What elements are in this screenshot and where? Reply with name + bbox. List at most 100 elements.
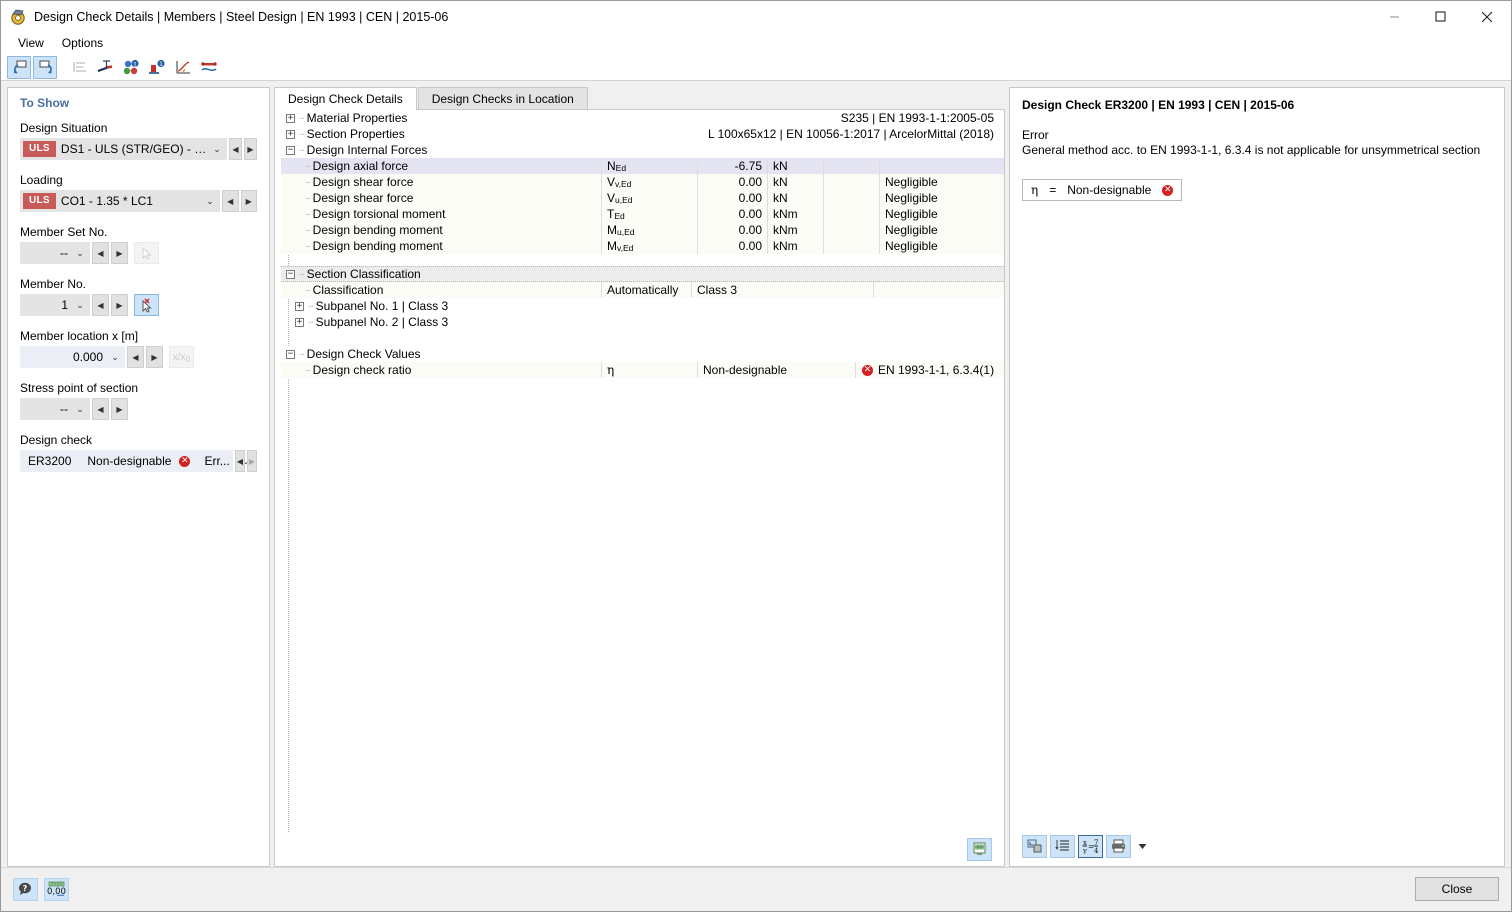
design-check-label: Design check: [20, 433, 93, 447]
chevron-down-icon[interactable]: ⌄: [72, 404, 88, 415]
chevron-down-icon[interactable]: ⌄: [209, 144, 225, 155]
table-row[interactable]: ·· Design torsional moment T Ed 0.00 kNm N…: [281, 206, 1004, 222]
minimize-button[interactable]: [1371, 1, 1417, 32]
menu-options[interactable]: Options: [53, 34, 112, 52]
row-value: 0.00: [697, 190, 767, 206]
help-bubble-icon[interactable]: ?: [13, 877, 38, 901]
pick-member-icon[interactable]: [134, 294, 159, 316]
diagram-graph-icon[interactable]: [171, 56, 195, 79]
design-check-next-button[interactable]: ▶: [247, 450, 257, 472]
row-symbol-sub: u,Ed: [617, 227, 635, 237]
loading-prev-button[interactable]: ◀: [222, 190, 239, 212]
table-row[interactable]: ·· Design check ratio η Non-designable ✕ …: [281, 362, 1004, 378]
tree-group-section-properties[interactable]: + ·· Section Properties L 100x65x12 | EN…: [281, 126, 1004, 142]
formula-display-icon[interactable]: x y = 7 4: [1078, 834, 1103, 858]
menu-view[interactable]: View: [9, 34, 53, 52]
main-body: To Show Design Situation ULS DS1 - ULS (…: [1, 81, 1511, 867]
stress-point-row: -- ⌄ ◀ ▶: [20, 398, 257, 420]
member-set-no-next-button[interactable]: ▶: [111, 242, 128, 264]
design-check-prev-button[interactable]: ◀: [235, 450, 245, 472]
chevron-down-icon[interactable]: ⌄: [72, 300, 88, 311]
support-info-icon[interactable]: 1: [145, 56, 169, 79]
svg-text:y: y: [1082, 847, 1087, 854]
stress-point-prev-button[interactable]: ◀: [92, 398, 109, 420]
design-check-combo[interactable]: ER3200 Non-designable ✕ Err... ⌄: [20, 450, 250, 472]
expander-icon[interactable]: +: [286, 113, 295, 123]
material-colors-icon[interactable]: 1: [119, 56, 143, 79]
chevron-down-icon[interactable]: ⌄: [202, 196, 218, 207]
subpanel-label: Subpanel No. 2 | Class 3: [315, 315, 449, 329]
relative-location-toggle-button[interactable]: x/x0: [169, 346, 194, 368]
table-row[interactable]: ·· Design shear force Vv,Ed 0.00 kN Negli…: [281, 174, 1004, 190]
maximize-button[interactable]: [1417, 1, 1463, 32]
table-row[interactable]: ·· Design axial force N Ed -6.75 kN: [281, 158, 1004, 174]
expander-icon[interactable]: +: [295, 301, 304, 311]
list-view-icon: [67, 56, 91, 79]
row-note: Negligible: [879, 174, 1004, 190]
close-button[interactable]: Close: [1415, 877, 1499, 901]
export-to-table-icon[interactable]: [967, 837, 992, 861]
member-set-no-prev-button[interactable]: ◀: [92, 242, 109, 264]
stress-point-next-button[interactable]: ▶: [111, 398, 128, 420]
design-check-reference: EN 1993-1-1, 6.3.4(1): [878, 363, 995, 377]
member-location-combo[interactable]: 0.000 ⌄: [20, 346, 125, 368]
member-no-prev-button[interactable]: ◀: [92, 294, 109, 316]
expander-icon[interactable]: +: [295, 317, 304, 327]
chevron-down-icon[interactable]: ⌄: [107, 352, 123, 363]
expander-icon[interactable]: −: [286, 349, 295, 359]
loading-label: Loading: [20, 173, 63, 187]
copy-to-clipboard-icon[interactable]: [1022, 834, 1047, 858]
member-no-next-button[interactable]: ▶: [111, 294, 128, 316]
detail-list-icon[interactable]: [1050, 834, 1075, 858]
bottom-bar-left: ? 0,00: [13, 877, 69, 901]
redo-arrow-icon[interactable]: [33, 55, 57, 79]
row-label: Design bending moment: [312, 239, 443, 253]
menu-bar: View Options: [1, 32, 1511, 54]
table-row[interactable]: + ·· Subpanel No. 2 | Class 3: [281, 314, 1004, 330]
member-location-next-button[interactable]: ▶: [146, 346, 163, 368]
window-controls: [1371, 1, 1511, 32]
tree-group-section-classification[interactable]: − ·· Section Classification: [281, 266, 1004, 282]
member-no-value: 1: [61, 298, 68, 312]
design-situation-prev-button[interactable]: ◀: [229, 138, 242, 160]
undo-arrow-icon[interactable]: [7, 55, 31, 79]
row-symbol: M: [607, 239, 617, 253]
tree-group-design-check-values[interactable]: − ·· Design Check Values: [281, 346, 1004, 362]
member-set-no-combo[interactable]: -- ⌄: [20, 242, 90, 264]
tree-group-material-properties[interactable]: + ·· Material Properties S235 | EN 1993-…: [281, 110, 1004, 126]
chevron-down-icon[interactable]: ⌄: [72, 248, 88, 259]
table-row[interactable]: + ·· Subpanel No. 1 | Class 3: [281, 298, 1004, 314]
row-note: [879, 158, 1004, 174]
table-row[interactable]: ·· Design shear force Vu,Ed 0.00 kN Negli…: [281, 190, 1004, 206]
design-situation-combo[interactable]: ULS DS1 - ULS (STR/GEO) - Perm... ⌄: [20, 138, 227, 160]
table-row[interactable]: ·· Design bending moment Mu,Ed 0.00 kNm N…: [281, 222, 1004, 238]
table-row[interactable]: ·· Design bending moment Mv,Ed 0.00 kNm N…: [281, 238, 1004, 254]
tab-design-check-details[interactable]: Design Check Details: [274, 87, 417, 110]
expander-icon[interactable]: −: [286, 269, 295, 279]
row-note: Negligible: [879, 222, 1004, 238]
loading-combo[interactable]: ULS CO1 - 1.35 * LC1 ⌄: [20, 190, 221, 212]
loading-value: CO1 - 1.35 * LC1: [60, 194, 153, 208]
stress-point-combo[interactable]: -- ⌄: [20, 398, 90, 420]
expander-icon[interactable]: −: [286, 145, 295, 155]
row-symbol: V: [607, 191, 616, 205]
tab-design-checks-in-location[interactable]: Design Checks in Location: [417, 87, 588, 110]
group-label: Section Classification: [306, 267, 421, 281]
error-circle-icon: ✕: [179, 455, 191, 467]
member-location-prev-button[interactable]: ◀: [127, 346, 144, 368]
print-icon[interactable]: [1106, 834, 1131, 858]
table-row[interactable]: ·· Classification Automatically Class 3: [281, 282, 1004, 298]
sidebar-heading: To Show: [20, 96, 70, 110]
units-settings-icon[interactable]: 0,00: [44, 877, 69, 901]
expander-icon[interactable]: +: [286, 129, 295, 139]
row-label: Design torsional moment: [312, 207, 446, 221]
member-results-icon[interactable]: [197, 56, 221, 79]
section-dimensions-icon[interactable]: [93, 56, 117, 79]
close-window-button[interactable]: [1463, 1, 1511, 32]
subpanel-label: Subpanel No. 1 | Class 3: [315, 299, 449, 313]
design-situation-next-button[interactable]: ▶: [244, 138, 257, 160]
member-no-combo[interactable]: 1 ⌄: [20, 294, 90, 316]
print-dropdown-caret[interactable]: [1134, 835, 1150, 858]
loading-next-button[interactable]: ▶: [240, 190, 257, 212]
tree-group-design-internal-forces[interactable]: − ·· Design Internal Forces: [281, 142, 1004, 158]
